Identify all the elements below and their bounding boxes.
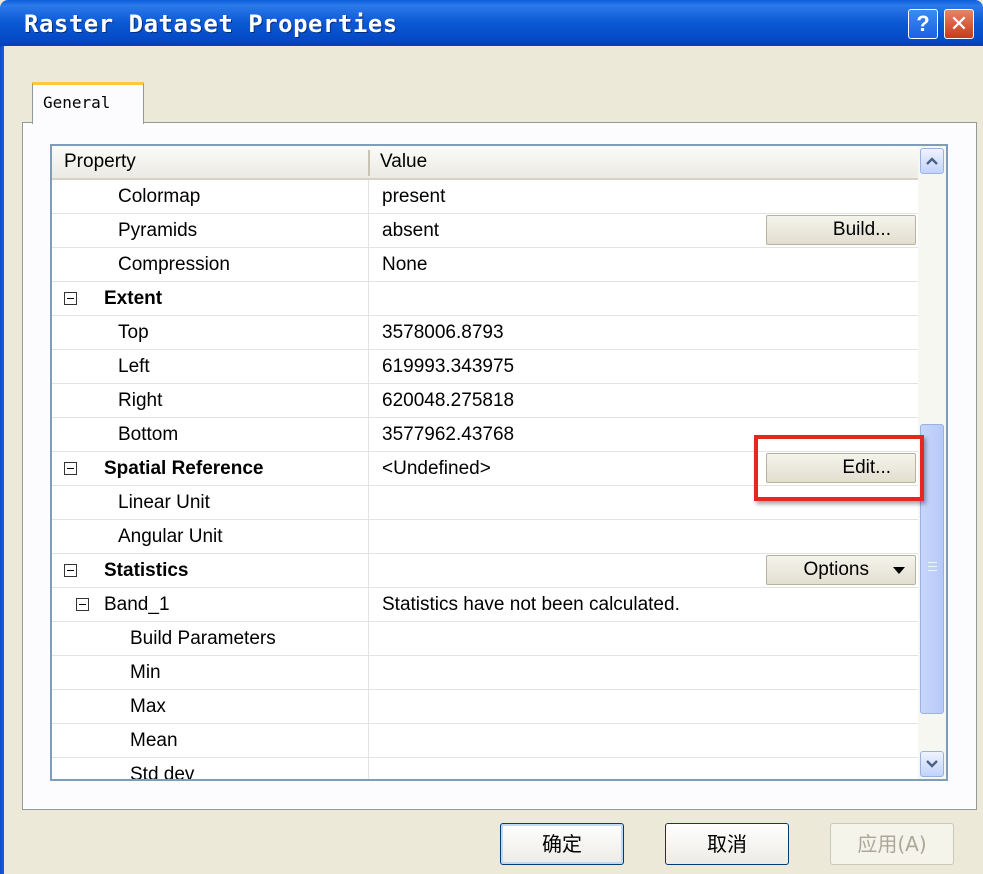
row-label: Left: [118, 356, 150, 377]
help-icon[interactable]: ?: [908, 9, 938, 39]
dropdown-arrow-icon: [893, 567, 905, 574]
row-label: Top: [118, 322, 149, 343]
group-row-statistics[interactable]: Statistics Options: [52, 554, 918, 588]
ok-button[interactable]: 确定: [500, 823, 624, 865]
table-row[interactable]: Colormap present: [52, 180, 918, 214]
table-row[interactable]: Top 3578006.8793: [52, 316, 918, 350]
group-label: Statistics: [104, 560, 189, 581]
table-row[interactable]: Min: [52, 656, 918, 690]
collapse-icon[interactable]: [64, 462, 77, 475]
group-row-extent[interactable]: Extent: [52, 282, 918, 316]
row-value: 3578006.8793: [382, 322, 504, 343]
title-bar[interactable]: Raster Dataset Properties ? ✕: [0, 0, 983, 46]
row-label: Angular Unit: [118, 526, 223, 547]
table-row[interactable]: Left 619993.343975: [52, 350, 918, 384]
row-label: Bottom: [118, 424, 179, 445]
table-row[interactable]: Std dev: [52, 758, 918, 781]
row-label: Compression: [118, 254, 230, 275]
grid-header: Property Value: [52, 146, 918, 180]
close-icon[interactable]: ✕: [944, 9, 974, 39]
row-label: Std dev: [130, 764, 195, 781]
table-row[interactable]: Angular Unit: [52, 520, 918, 554]
group-label: Band_1: [104, 594, 170, 615]
row-value: 620048.275818: [382, 390, 515, 411]
row-label: Right: [118, 390, 163, 411]
column-header-value[interactable]: Value: [380, 151, 427, 173]
column-divider[interactable]: [368, 150, 370, 176]
tab-general-label: General: [43, 93, 111, 112]
row-value: 3577962.43768: [382, 424, 515, 445]
group-row-band[interactable]: Band_1 Statistics have not been calculat…: [52, 588, 918, 622]
row-label: Build Parameters: [130, 628, 276, 649]
tab-general[interactable]: General: [32, 82, 144, 124]
table-row[interactable]: Max: [52, 690, 918, 724]
table-row[interactable]: Pyramids absent Build...: [52, 214, 918, 248]
row-value: present: [382, 186, 446, 207]
scroll-up-icon[interactable]: [920, 148, 944, 174]
annotation-highlight-box: [754, 435, 924, 501]
row-value: None: [382, 254, 428, 275]
row-label: Mean: [130, 730, 178, 751]
table-row[interactable]: Build Parameters: [52, 622, 918, 656]
table-row[interactable]: Right 620048.275818: [52, 384, 918, 418]
row-value: <Undefined>: [382, 458, 491, 479]
row-value: 619993.343975: [382, 356, 515, 377]
row-value: Statistics have not been calculated.: [382, 594, 680, 615]
window-frame-left: [0, 46, 4, 874]
row-label: Min: [130, 662, 161, 683]
apply-button[interactable]: 应用(A): [830, 823, 954, 865]
collapse-icon[interactable]: [64, 564, 77, 577]
row-label: Max: [130, 696, 166, 717]
group-label: Spatial Reference: [104, 458, 264, 479]
options-label: Options: [803, 559, 869, 580]
scroll-down-icon[interactable]: [920, 751, 944, 777]
cancel-button[interactable]: 取消: [665, 823, 789, 865]
table-row[interactable]: Mean: [52, 724, 918, 758]
row-label: Colormap: [118, 186, 201, 207]
table-row[interactable]: Compression None: [52, 248, 918, 282]
row-label: Pyramids: [118, 220, 198, 241]
collapse-icon[interactable]: [64, 292, 77, 305]
dialog-window: Raster Dataset Properties ? ✕ General Pr…: [0, 0, 983, 874]
row-label: Linear Unit: [118, 492, 210, 513]
group-label: Extent: [104, 288, 163, 309]
column-header-property[interactable]: Property: [64, 151, 136, 173]
collapse-icon[interactable]: [76, 598, 89, 611]
statistics-options-button[interactable]: Options: [766, 555, 916, 585]
row-value: absent: [382, 220, 440, 241]
build-pyramids-button[interactable]: Build...: [766, 215, 916, 245]
window-title: Raster Dataset Properties: [24, 10, 398, 38]
